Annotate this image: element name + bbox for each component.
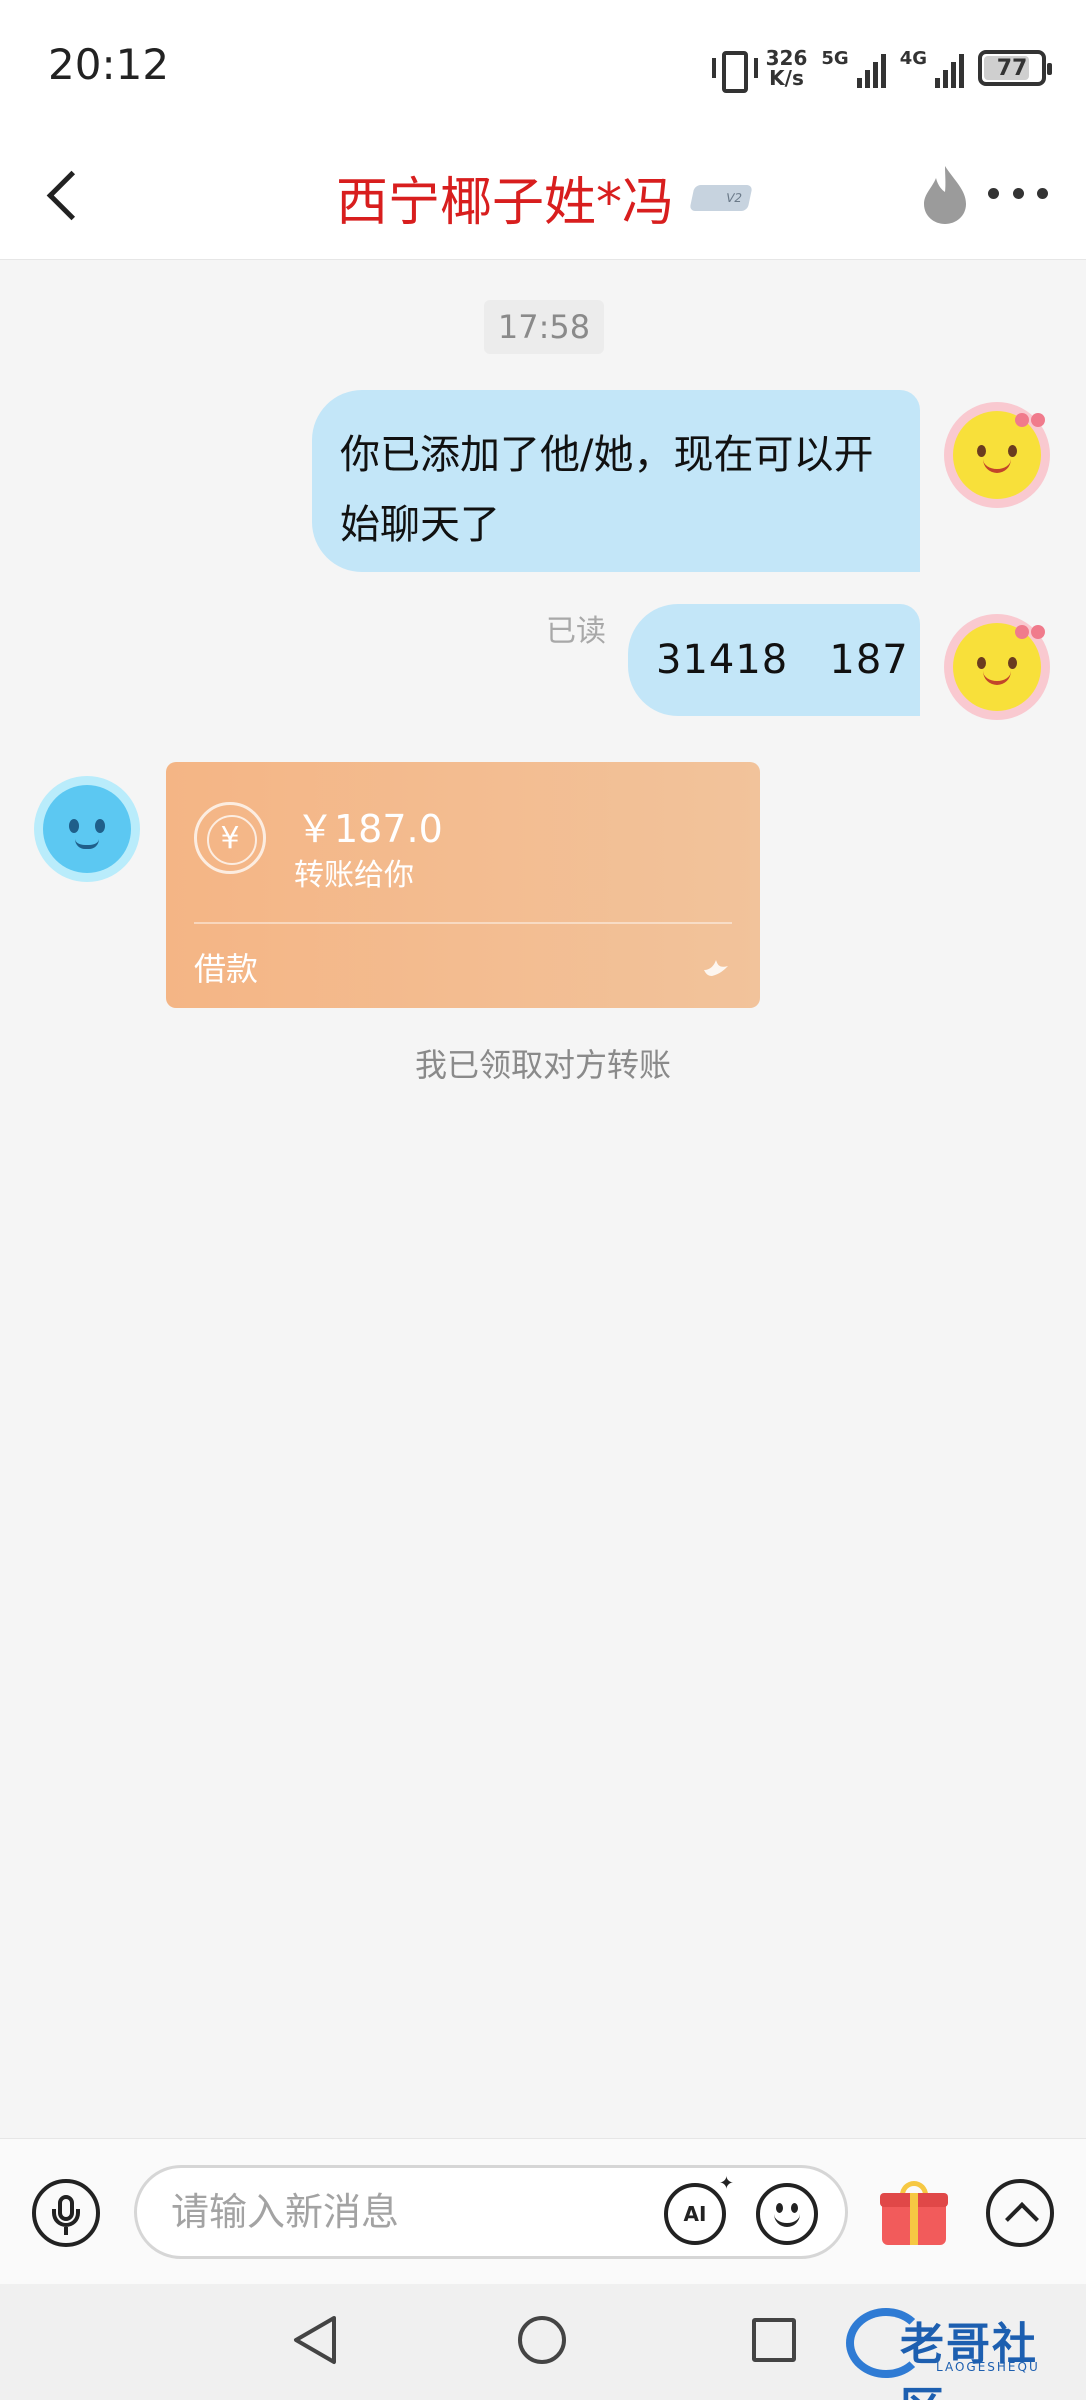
signal-4g-icon: 4G [900, 48, 964, 88]
network-speed: 326 K/s [766, 48, 808, 88]
system-nav-bar: 老哥社区 LAOGESHEQU [0, 2284, 1086, 2400]
level-badge-text: V2 [724, 190, 744, 205]
voice-input-button[interactable] [32, 2179, 100, 2247]
chat-title[interactable]: 西宁椰子姓*冯 [336, 160, 674, 235]
transfer-description: 转账给你 [294, 858, 414, 893]
transfer-exchange-icon: ¥ [194, 802, 266, 874]
input-bar: AI [0, 2138, 1086, 2284]
chat-header: 西宁椰子姓*冯 V2 [0, 130, 1086, 260]
self-avatar[interactable] [944, 402, 1050, 508]
contact-avatar[interactable] [34, 776, 140, 882]
message-input[interactable] [134, 2165, 848, 2259]
transfer-note: 借款 [194, 950, 259, 988]
nav-back-icon[interactable] [290, 2314, 340, 2366]
message-bubble-self[interactable]: 31418 187 [628, 604, 920, 716]
flame-icon[interactable] [920, 164, 970, 226]
bird-icon [704, 960, 728, 976]
ai-label: AI [683, 2202, 707, 2226]
vibrate-icon [711, 49, 758, 93]
status-icons: 326 K/s 5G 4G 77 [711, 44, 1052, 93]
watermark-logo: 老哥社区 LAOGESHEQU [846, 2304, 1076, 2400]
gift-button[interactable] [880, 2179, 948, 2247]
watermark-subtext: LAOGESHEQU [936, 2360, 1040, 2374]
read-status: 已读 [546, 614, 606, 649]
network-speed-unit: K/s [769, 66, 804, 90]
system-message: 我已领取对方转账 [414, 1046, 671, 1084]
transfer-card[interactable]: ¥ ￥187.0 转账给你 借款 [166, 762, 760, 1008]
network-type-5g: 5G [821, 48, 849, 69]
nav-recent-apps-icon[interactable] [752, 2318, 796, 2362]
network-type-4g: 4G [899, 48, 927, 69]
ai-assistant-button[interactable]: AI [664, 2173, 734, 2245]
transfer-currency-symbol: ¥ [220, 820, 240, 856]
self-avatar[interactable] [944, 614, 1050, 720]
signal-5g-icon: 5G [821, 48, 886, 88]
expand-more-button[interactable] [986, 2179, 1054, 2247]
watermark-text: 老哥社区 [900, 2319, 1038, 2400]
battery-level: 77 [996, 55, 1028, 81]
nav-home-icon[interactable] [518, 2316, 566, 2364]
message-bubble-self[interactable]: 你已添加了他/她，现在可以开始聊天了 [312, 390, 920, 572]
transfer-divider [194, 922, 732, 924]
status-time: 20:12 [48, 40, 170, 89]
network-speed-value: 326 [765, 46, 808, 70]
status-bar: 20:12 326 K/s 5G 4G 77 [0, 0, 1086, 130]
battery-icon: 77 [978, 50, 1052, 86]
transfer-amount: ￥187.0 [296, 807, 443, 851]
emoji-button[interactable] [756, 2183, 818, 2245]
message-timestamp: 17:58 [484, 300, 604, 354]
level-badge-icon: V2 [689, 184, 753, 211]
more-options-icon[interactable] [988, 178, 1048, 208]
